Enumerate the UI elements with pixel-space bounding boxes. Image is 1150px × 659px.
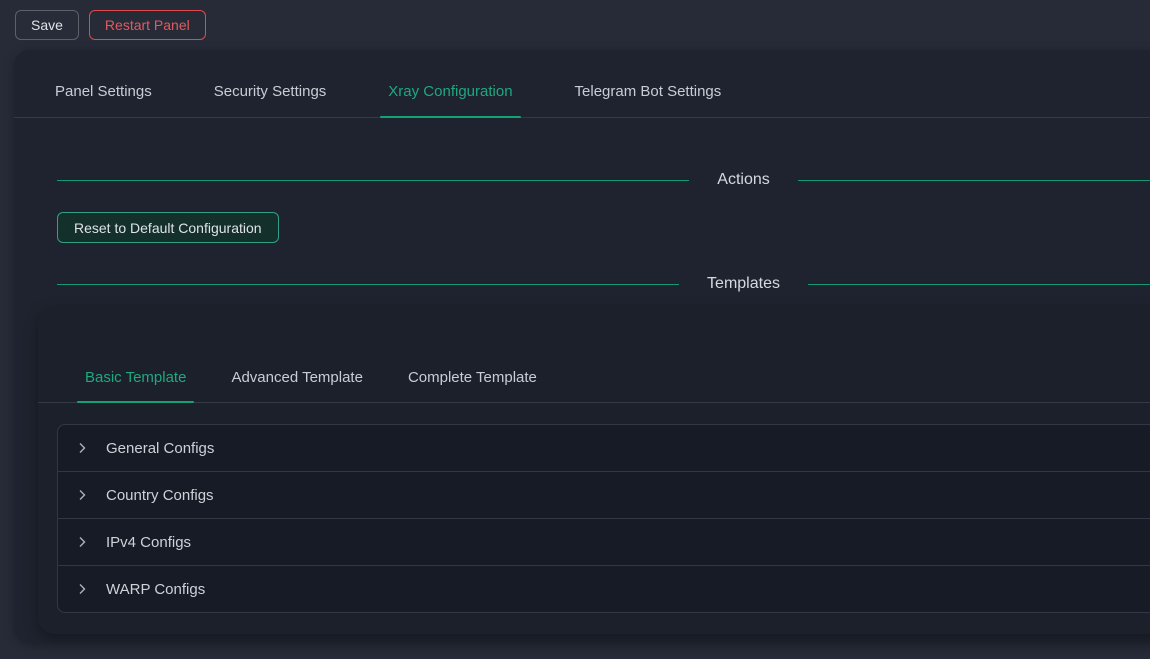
reset-to-default-configuration-button[interactable]: Reset to Default Configuration xyxy=(57,212,279,243)
country-configs-header[interactable]: Country Configs xyxy=(58,472,1150,518)
actions-row: Reset to Default Configuration xyxy=(14,189,1150,243)
settings-tab-bar: Panel Settings Security Settings Xray Co… xyxy=(14,50,1150,118)
ipv4-configs-header[interactable]: IPv4 Configs xyxy=(58,519,1150,565)
tab-panel-settings[interactable]: Panel Settings xyxy=(47,80,160,117)
templates-divider-label: Templates xyxy=(679,275,808,293)
save-button[interactable]: Save xyxy=(15,10,79,40)
divider-line-right xyxy=(808,284,1150,285)
chevron-right-icon xyxy=(76,536,88,548)
config-collapse-list: General Configs Country Configs xyxy=(57,424,1150,613)
top-action-bar: Save Restart Panel xyxy=(0,0,1150,50)
divider-line-left xyxy=(57,284,679,285)
restart-panel-button[interactable]: Restart Panel xyxy=(89,10,206,40)
general-configs-header[interactable]: General Configs xyxy=(58,425,1150,471)
collapse-item-label: WARP Configs xyxy=(106,581,205,598)
actions-divider-label: Actions xyxy=(689,171,797,189)
actions-divider: Actions xyxy=(57,171,1150,189)
divider-line-left xyxy=(57,180,689,181)
settings-card: Panel Settings Security Settings Xray Co… xyxy=(14,50,1150,643)
templates-card: Basic Template Advanced Template Complet… xyxy=(38,308,1150,634)
collapse-item-label: Country Configs xyxy=(106,487,214,504)
templates-divider: Templates xyxy=(57,275,1150,293)
tab-basic-template[interactable]: Basic Template xyxy=(77,366,194,402)
tab-xray-configuration[interactable]: Xray Configuration xyxy=(380,80,520,117)
tab-telegram-bot-settings[interactable]: Telegram Bot Settings xyxy=(567,80,730,117)
collapse-item-ipv4-configs: IPv4 Configs xyxy=(58,519,1150,566)
chevron-right-icon xyxy=(76,489,88,501)
divider-line-right xyxy=(798,180,1150,181)
collapse-item-label: IPv4 Configs xyxy=(106,534,191,551)
tab-complete-template[interactable]: Complete Template xyxy=(400,366,545,402)
collapse-item-warp-configs: WARP Configs xyxy=(58,566,1150,612)
warp-configs-header[interactable]: WARP Configs xyxy=(58,566,1150,612)
tab-advanced-template[interactable]: Advanced Template xyxy=(223,366,370,402)
tab-security-settings[interactable]: Security Settings xyxy=(206,80,335,117)
collapse-item-general-configs: General Configs xyxy=(58,425,1150,472)
chevron-right-icon xyxy=(76,583,88,595)
template-tab-bar: Basic Template Advanced Template Complet… xyxy=(38,308,1150,403)
chevron-right-icon xyxy=(76,442,88,454)
collapse-item-country-configs: Country Configs xyxy=(58,472,1150,519)
collapse-item-label: General Configs xyxy=(106,440,214,457)
